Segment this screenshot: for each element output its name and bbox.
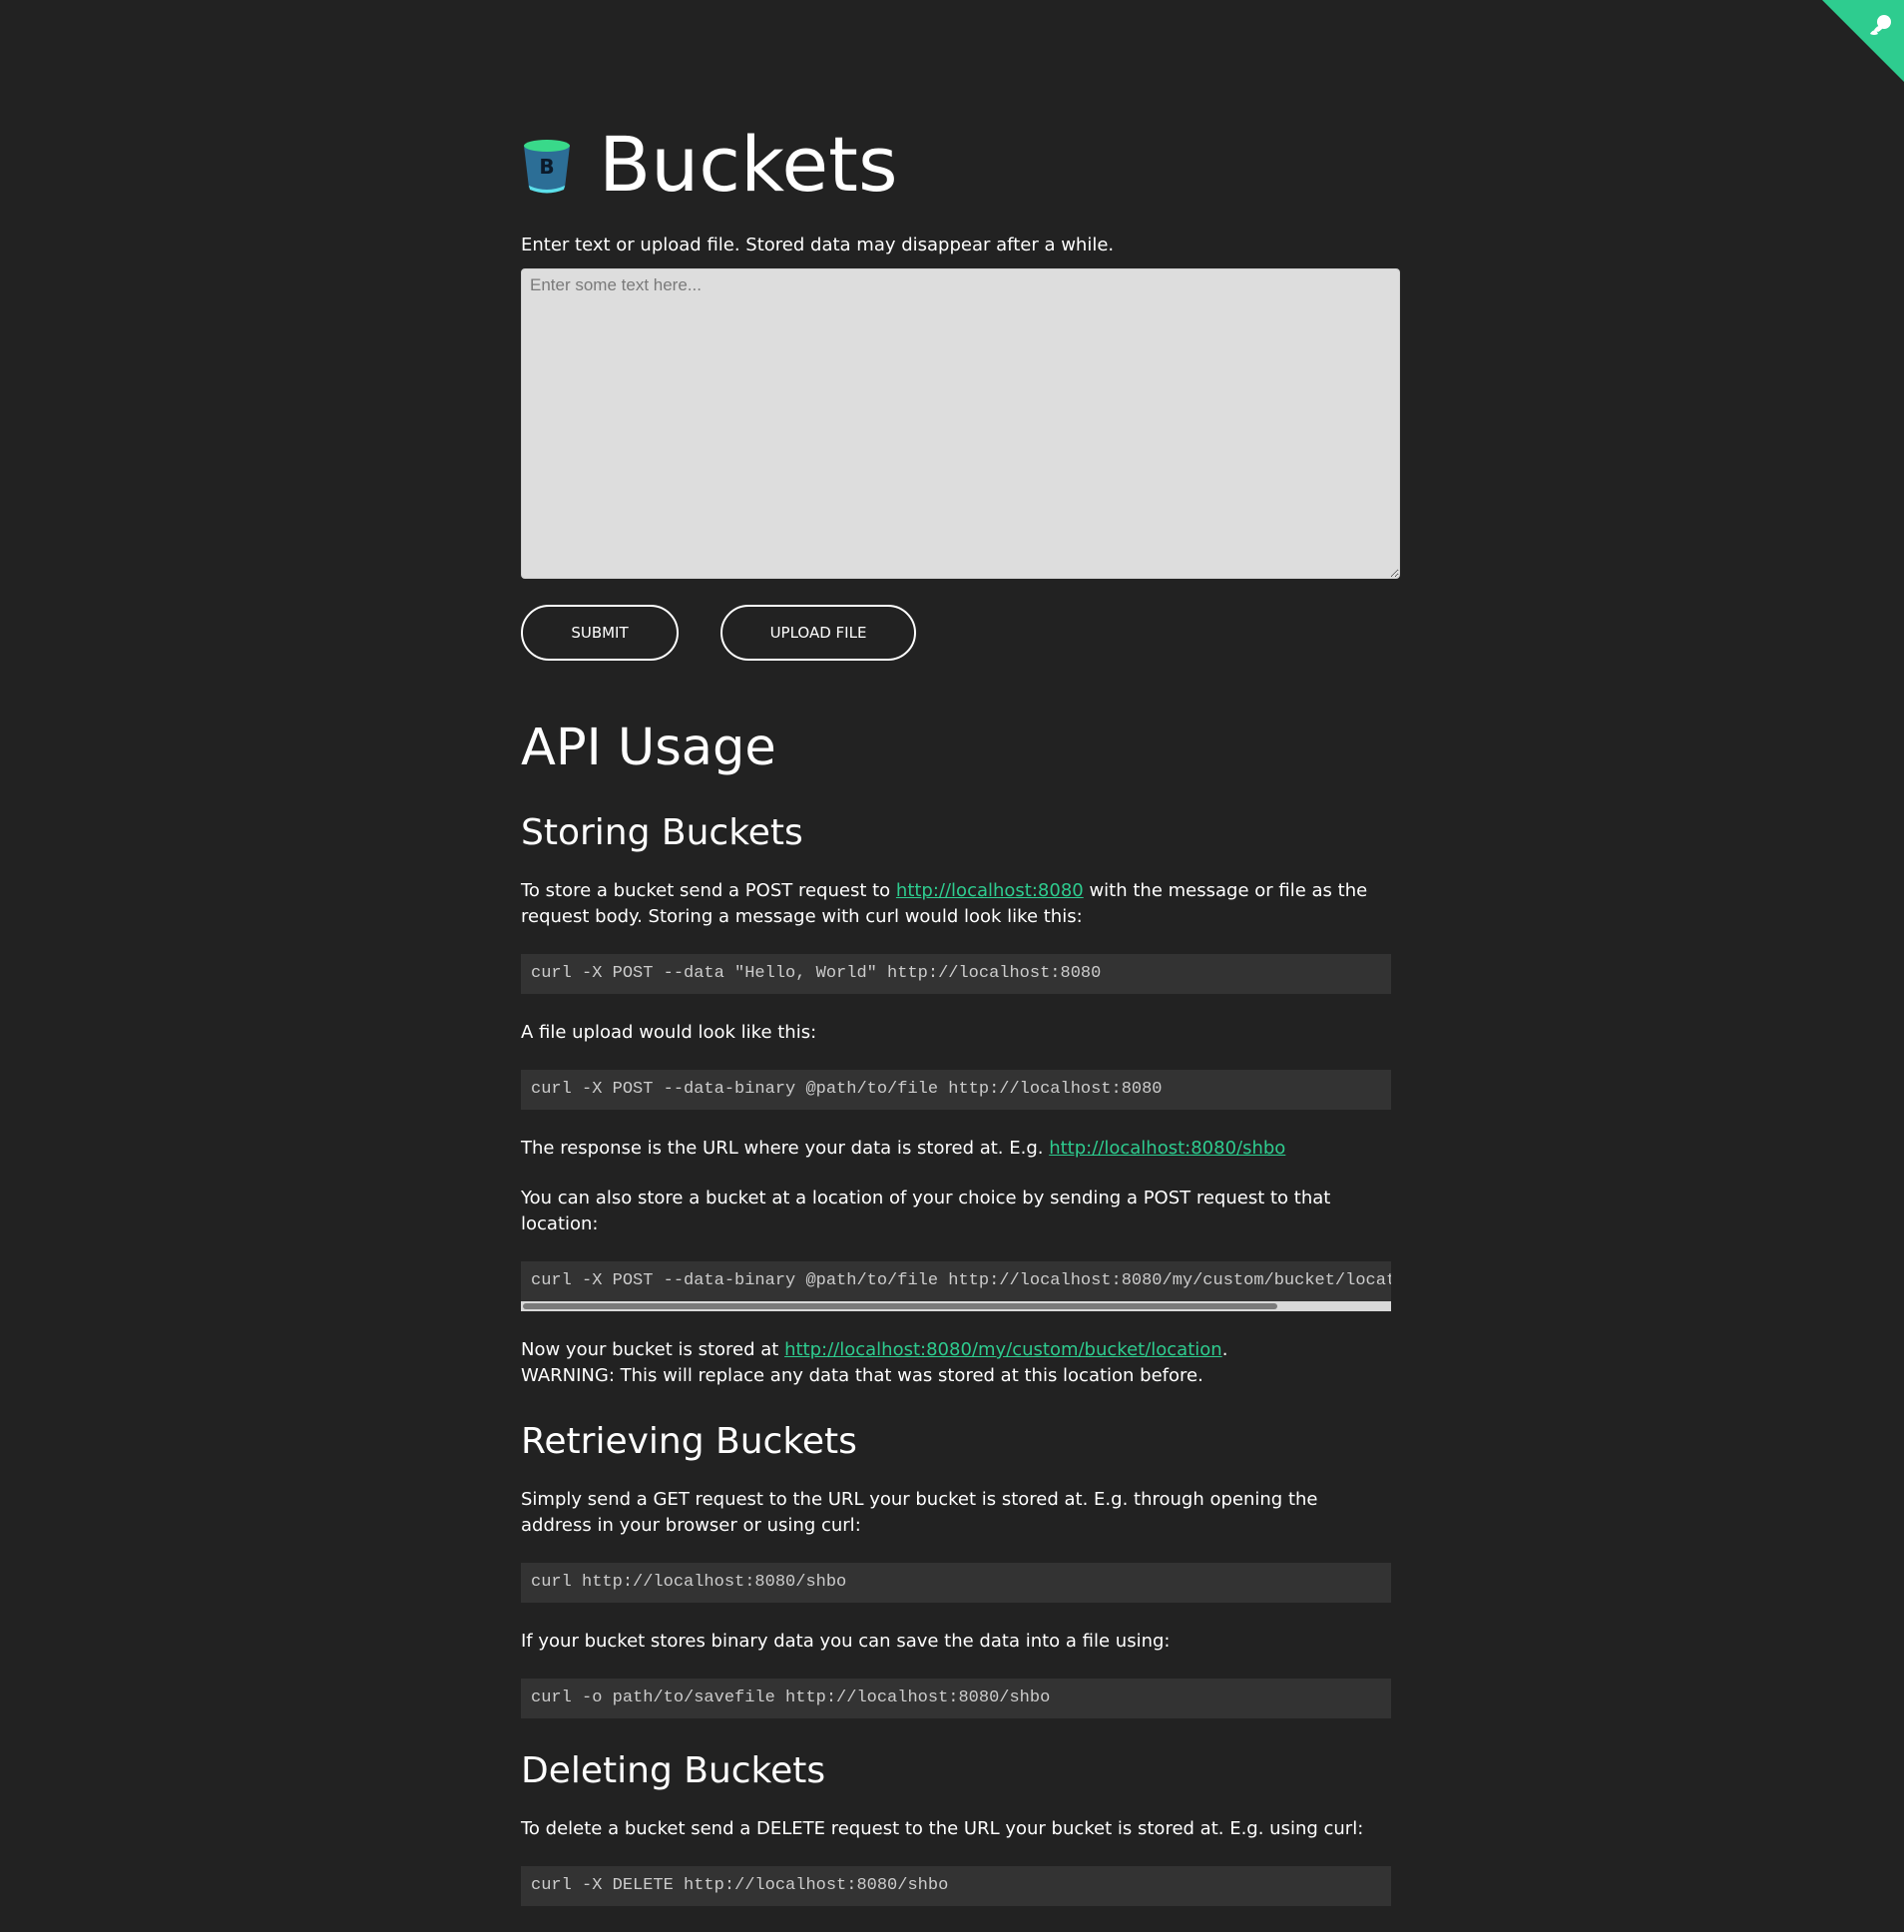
api-usage-heading: API Usage xyxy=(521,719,776,777)
retrieving-heading: Retrieving Buckets xyxy=(521,1421,857,1462)
localhost-link[interactable]: http://localhost:8080 xyxy=(896,880,1084,901)
code-scroll-container: curl -X POST --data-binary @path/to/file… xyxy=(521,1261,1391,1311)
scrollbar-thumb[interactable] xyxy=(523,1303,1277,1309)
retrieving-paragraph: Simply send a GET request to the URL you… xyxy=(521,1489,1318,1536)
svg-text:B: B xyxy=(539,155,554,179)
code-block-custom-location: curl -X POST --data-binary @path/to/file… xyxy=(521,1261,1391,1301)
horizontal-scrollbar[interactable] xyxy=(521,1301,1391,1311)
code-block-save-file: curl -o path/to/savefile http://localhos… xyxy=(521,1679,1391,1718)
retrieving-section: Retrieving Buckets Simply send a GET req… xyxy=(521,1419,1391,1718)
github-corner-icon[interactable] xyxy=(1822,0,1904,82)
intro-text: Enter text or upload file. Stored data m… xyxy=(521,235,1115,255)
warning-text: WARNING: This will replace any data that… xyxy=(521,1365,1203,1386)
api-docs: Storing Buckets To store a bucket send a… xyxy=(521,810,1391,1932)
binary-paragraph: If your bucket stores binary data you ca… xyxy=(521,1631,1171,1652)
storing-paragraph: To store a bucket send a POST request to… xyxy=(521,880,1368,927)
text-input[interactable] xyxy=(521,268,1400,579)
example-bucket-link[interactable]: http://localhost:8080/shbo xyxy=(1049,1138,1285,1159)
storing-section: Storing Buckets To store a bucket send a… xyxy=(521,810,1391,1389)
custom-location-paragraph: You can also store a bucket at a locatio… xyxy=(521,1188,1331,1234)
code-block-post-data: curl -X POST --data "Hello, World" http:… xyxy=(521,954,1391,994)
response-paragraph: The response is the URL where your data … xyxy=(521,1138,1286,1159)
stored-location-paragraph: Now your bucket is stored at http://loca… xyxy=(521,1339,1228,1386)
upload-file-button[interactable]: UPLOAD FILE xyxy=(720,605,916,661)
bucket-logo-icon: B xyxy=(524,140,570,194)
storing-heading: Storing Buckets xyxy=(521,812,803,853)
deleting-section: Deleting Buckets To delete a bucket send… xyxy=(521,1748,1391,1906)
custom-location-link[interactable]: http://localhost:8080/my/custom/bucket/l… xyxy=(784,1339,1222,1360)
deleting-paragraph: To delete a bucket send a DELETE request… xyxy=(521,1818,1364,1839)
code-block-delete: curl -X DELETE http://localhost:8080/shb… xyxy=(521,1866,1391,1906)
deleting-heading: Deleting Buckets xyxy=(521,1750,826,1791)
file-upload-paragraph: A file upload would look like this: xyxy=(521,1022,817,1043)
submit-button[interactable]: SUBMIT xyxy=(521,605,679,661)
page-header: B Buckets xyxy=(521,120,898,210)
page-title: Buckets xyxy=(599,120,898,209)
code-block-get: curl http://localhost:8080/shbo xyxy=(521,1563,1391,1603)
code-block-post-binary: curl -X POST --data-binary @path/to/file… xyxy=(521,1070,1391,1110)
